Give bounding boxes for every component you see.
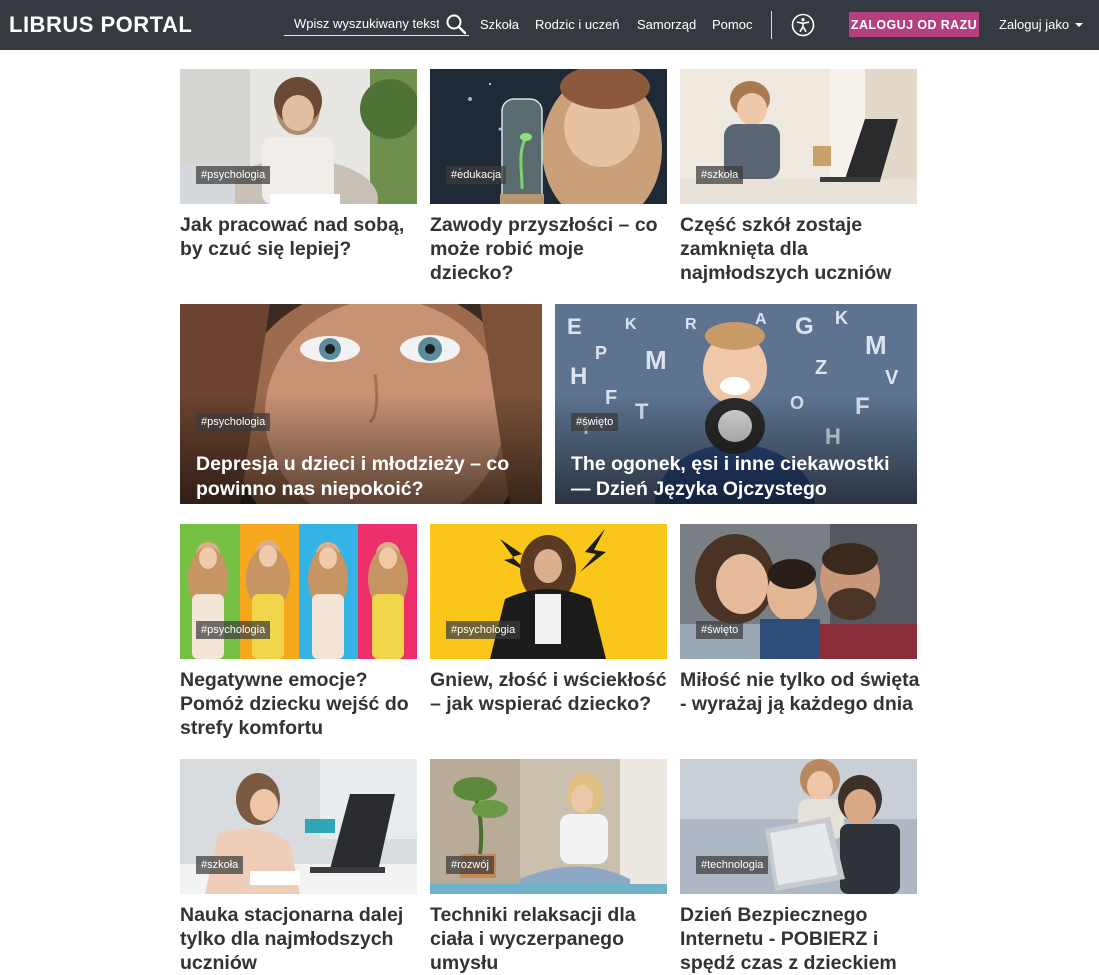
article-title[interactable]: The ogonek, ęsi i inne ciekawostki — Dzi… [571,452,901,502]
article-tag[interactable]: #szkoła [696,166,744,184]
article-tag[interactable]: #technologia [696,856,769,874]
article-title[interactable]: Miłość nie tylko od święta - wyrażaj ją … [680,668,920,716]
article-image: #rozwój [430,759,667,894]
search-icon[interactable] [445,13,467,35]
article-tag[interactable]: #psychologia [196,166,271,184]
top-navbar: LIBRUS PORTAL Szkoła Rodzic i uczeń Samo… [0,0,1099,50]
article-tag[interactable]: #rozwój [446,856,494,874]
article-title[interactable]: Depresja u dzieci i młodzieży – co powin… [196,452,526,502]
article-image: #psychologia [430,524,667,659]
search-box [284,12,469,36]
nav-divider [771,11,772,39]
article-tag[interactable]: #szkoła [196,856,244,874]
article-title[interactable]: Nauka stacjonarna dalej tylko dla najmło… [180,903,420,975]
article-tag[interactable]: #edukacja [446,166,507,184]
accessibility-icon[interactable] [791,13,815,37]
article-title[interactable]: Część szkół zostaje zamknięta dla najmło… [680,213,920,285]
article-title[interactable]: Zawody przyszłości – co może robić moje … [430,213,670,285]
article-image: #psychologia [180,524,417,659]
article-tag[interactable]: #święto [696,621,744,639]
article-image: #szkoła [180,759,417,894]
article-image: #technologia [680,759,917,894]
caret-down-icon [1075,23,1084,27]
featured-article-card[interactable]: EP KH FM YT GK MV ZF OH RA #święto The o… [555,304,917,504]
article-tag[interactable]: #psychologia [446,621,521,639]
login-as-dropdown[interactable]: Zaloguj jako [999,17,1084,32]
brand-logo[interactable]: LIBRUS PORTAL [9,12,192,38]
article-image: #psychologia [180,69,417,204]
article-tag[interactable]: #psychologia [196,621,271,639]
article-title[interactable]: Jak pracować nad sobą, by czuć się lepie… [180,213,420,261]
nav-link-samorzad[interactable]: Samorząd [637,17,696,32]
article-image: #święto [680,524,917,659]
article-tag[interactable]: #psychologia [196,413,271,431]
nav-link-szkola[interactable]: Szkoła [480,17,519,32]
featured-article-card[interactable]: #psychologia Depresja u dzieci i młodzie… [180,304,542,504]
nav-link-rodzic-i-uczen[interactable]: Rodzic i uczeń [535,17,620,32]
article-image: #edukacja [430,69,667,204]
article-title[interactable]: Techniki relaksacji dla ciała i wyczerpa… [430,903,670,975]
login-now-button[interactable]: ZALOGUJ OD RAZU [849,12,979,37]
article-image: #szkoła [680,69,917,204]
nav-link-pomoc[interactable]: Pomoc [712,17,752,32]
article-tag[interactable]: #święto [571,413,619,431]
article-title[interactable]: Gniew, złość i wściekłość – jak wspierać… [430,668,670,716]
search-input[interactable] [284,12,439,35]
article-title[interactable]: Dzień Bezpiecznego Internetu - POBIERZ i… [680,903,920,975]
article-title[interactable]: Negatywne emocje? Pomóż dziecku wejść do… [180,668,420,740]
login-as-label: Zaloguj jako [999,17,1070,32]
